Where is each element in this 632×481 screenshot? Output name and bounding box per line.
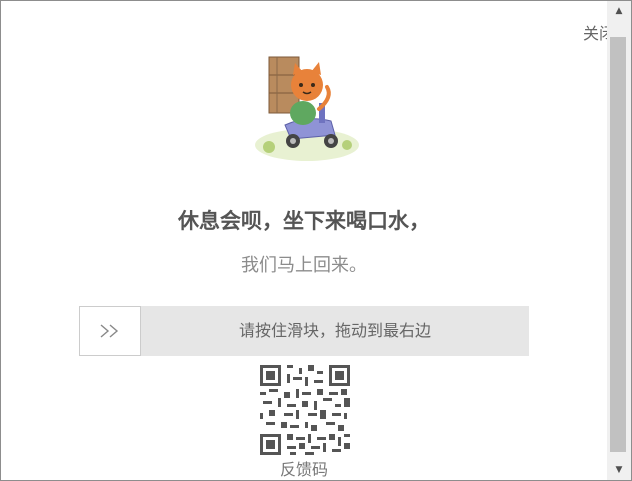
bush-left [263,141,275,153]
scroll-up-icon[interactable]: ▲ [607,1,631,21]
scroll-down-icon[interactable]: ▼ [607,460,631,480]
scrollbar-thumb[interactable] [610,37,626,452]
captcha-dialog: 关闭 ▲ ▼ 休息会呗，坐下来喝口水， 我们马上回来。 请按住滑块，拖动到最右边 [0,0,632,481]
cat-on-scooter-illustration [255,56,359,161]
slider-handle[interactable] [79,306,141,356]
cat-green-shirt [290,101,316,125]
vertical-scrollbar[interactable]: ▲ ▼ [607,1,631,480]
feedback-qr-code[interactable] [260,365,350,455]
verification-slider[interactable]: 请按住滑块，拖动到最右边 [79,306,529,356]
page-subtitle: 我们马上回来。 [241,255,367,276]
double-chevron-right-icon [100,324,119,338]
slider-hint-text: 请按住滑块，拖动到最右边 [238,321,431,340]
bush-right [342,140,352,150]
feedback-code-link[interactable]: 反馈码 [1,456,607,480]
page-title: 休息会呗，坐下来喝口水， [178,209,430,233]
